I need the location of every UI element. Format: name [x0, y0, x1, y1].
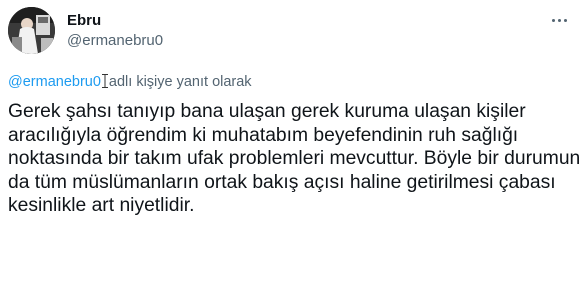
reply-context-label: adlı kişiye yanıt olarak — [108, 74, 252, 90]
dot — [551, 18, 555, 22]
dot — [563, 18, 567, 22]
reply-mention-link[interactable]: @ermanebru0 — [8, 74, 101, 90]
dot — [557, 18, 561, 22]
avatar[interactable] — [8, 7, 55, 54]
tweet: Ebru @ermanebru0 @ermanebru0 adlı kişiye … — [0, 0, 587, 288]
reply-context: @ermanebru0 adlı kişiye yanıt olarak — [8, 73, 252, 91]
tweet-text: Gerek şahsı tanıyıp bana ulaşan gerek ku… — [8, 101, 581, 216]
more-options-icon[interactable] — [546, 10, 572, 30]
text-cursor-icon — [101, 74, 108, 88]
display-name[interactable]: Ebru — [67, 12, 101, 30]
user-handle[interactable]: @ermanebru0 — [67, 32, 163, 50]
profile-photo-icon — [8, 7, 55, 54]
